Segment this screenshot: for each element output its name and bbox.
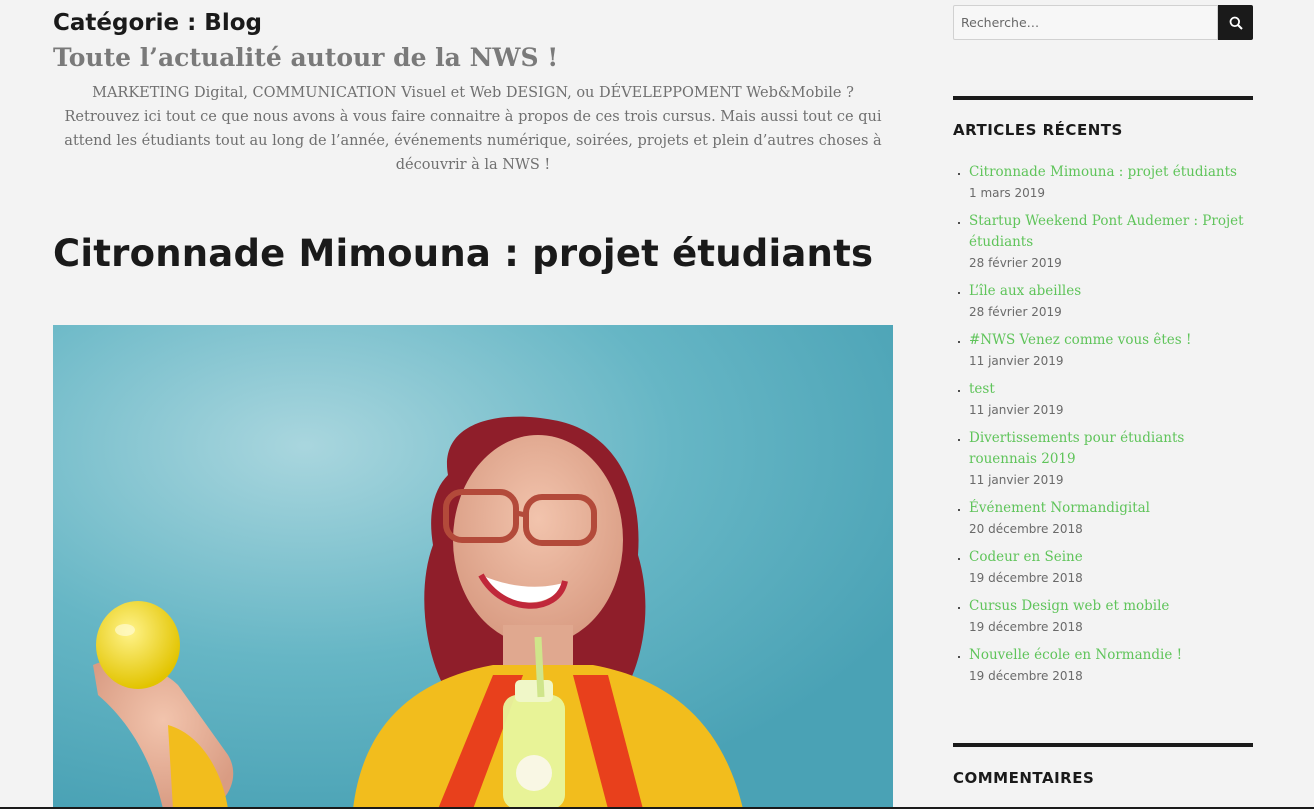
category-description: MARKETING Digital, COMMUNICATION Visuel …: [53, 81, 893, 177]
post-title-link[interactable]: Citronnade Mimouna : projet étudiants: [53, 232, 873, 275]
recent-post-date: 11 janvier 2019: [969, 473, 1064, 487]
recent-post-link[interactable]: L’île aux abeilles: [969, 281, 1253, 302]
recent-post-date: 19 décembre 2018: [969, 669, 1083, 683]
list-item: Codeur en Seine 19 décembre 2018: [969, 547, 1253, 588]
comments-title: COMMENTAIRES: [953, 769, 1095, 787]
list-item: Startup Weekend Pont Audemer : Projet ét…: [969, 211, 1253, 273]
search-button[interactable]: [1218, 5, 1253, 40]
list-item: Événement Normandigital 20 décembre 2018: [969, 498, 1253, 539]
search-input[interactable]: [953, 5, 1218, 40]
list-item: Nouvelle école en Normandie ! 19 décembr…: [969, 645, 1253, 686]
recent-post-date: 28 février 2019: [969, 256, 1062, 270]
search-form: [953, 5, 1253, 40]
recent-posts-list: Citronnade Mimouna : projet étudiants 1 …: [953, 162, 1253, 694]
recent-post-link[interactable]: Nouvelle école en Normandie !: [969, 645, 1253, 666]
recent-post-date: 11 janvier 2019: [969, 354, 1064, 368]
post-featured-image[interactable]: [53, 325, 893, 809]
list-item: Citronnade Mimouna : projet étudiants 1 …: [969, 162, 1253, 203]
widget-divider: [953, 96, 1253, 100]
category-description-line: MARKETING Digital, COMMUNICATION Visuel …: [92, 85, 854, 101]
category-description-line: attend les étudiants tout au long de l’a…: [64, 133, 882, 149]
recent-post-date: 19 décembre 2018: [969, 620, 1083, 634]
recent-post-link[interactable]: Divertissements pour étudiants rouennais…: [969, 428, 1253, 470]
recent-post-date: 1 mars 2019: [969, 186, 1046, 200]
recent-post-date: 19 décembre 2018: [969, 571, 1083, 585]
recent-posts-title: ARTICLES RÉCENTS: [953, 121, 1123, 139]
category-description-line: découvrir à la NWS !: [395, 157, 551, 173]
post-photo-illustration: [53, 325, 893, 809]
list-item: Cursus Design web et mobile 19 décembre …: [969, 596, 1253, 637]
category-subtitle: Toute l’actualité autour de la NWS !: [53, 43, 559, 72]
list-item: Divertissements pour étudiants rouennais…: [969, 428, 1253, 490]
category-title: Catégorie : Blog: [53, 10, 262, 36]
recent-post-link[interactable]: test: [969, 379, 1253, 400]
list-item: L’île aux abeilles 28 février 2019: [969, 281, 1253, 322]
widget-divider: [953, 743, 1253, 747]
recent-post-link[interactable]: Événement Normandigital: [969, 498, 1253, 519]
recent-post-link[interactable]: Startup Weekend Pont Audemer : Projet ét…: [969, 211, 1253, 253]
category-description-line: Retrouvez ici tout ce que nous avons à v…: [64, 109, 882, 125]
recent-post-link[interactable]: Codeur en Seine: [969, 547, 1253, 568]
recent-post-date: 11 janvier 2019: [969, 403, 1064, 417]
recent-post-date: 28 février 2019: [969, 305, 1062, 319]
recent-post-link[interactable]: #NWS Venez comme vous êtes !: [969, 330, 1253, 351]
recent-post-link[interactable]: Citronnade Mimouna : projet étudiants: [969, 162, 1253, 183]
recent-post-link[interactable]: Cursus Design web et mobile: [969, 596, 1253, 617]
recent-post-date: 20 décembre 2018: [969, 522, 1083, 536]
list-item: test 11 janvier 2019: [969, 379, 1253, 420]
search-icon: [1229, 16, 1243, 30]
list-item: #NWS Venez comme vous êtes ! 11 janvier …: [969, 330, 1253, 371]
